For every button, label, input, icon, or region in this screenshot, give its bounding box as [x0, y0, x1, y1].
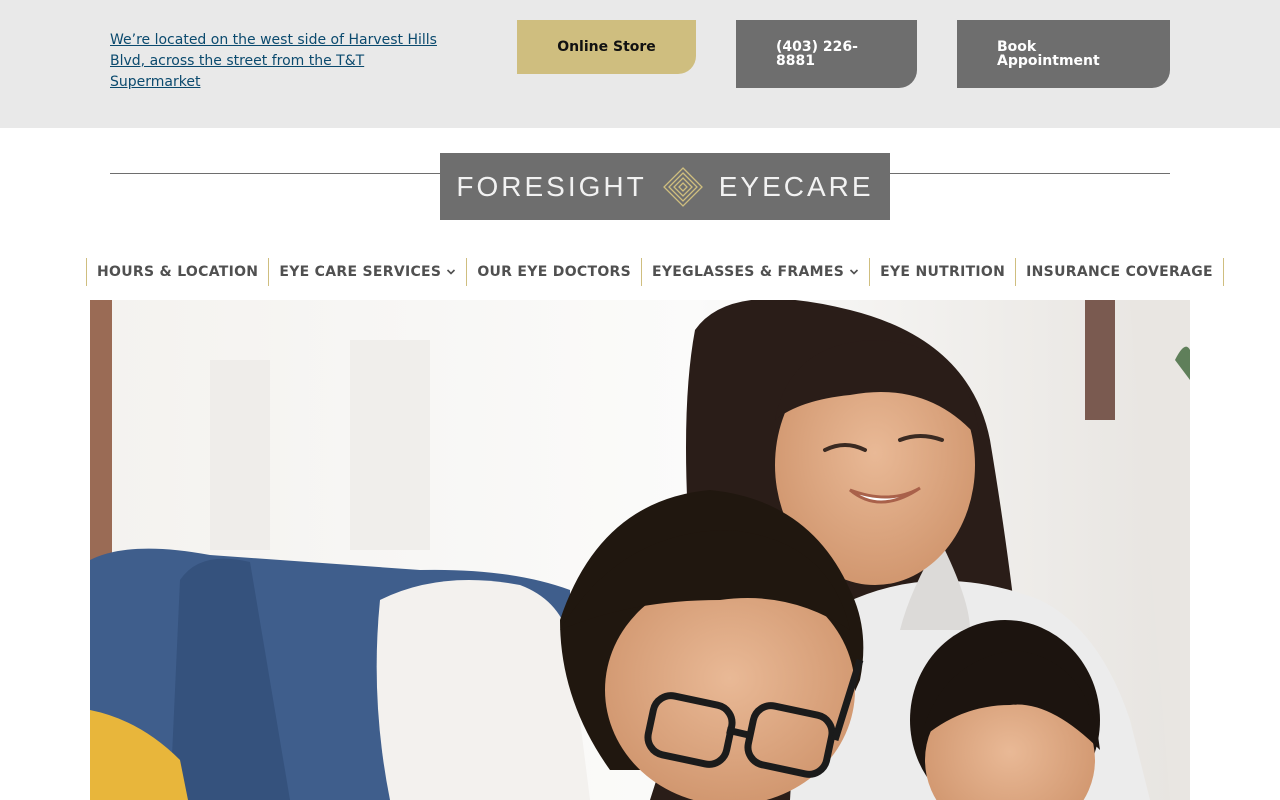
hero-illustration — [90, 300, 1190, 800]
nav-item-eye-nutrition[interactable]: EYE NUTRITION — [870, 258, 1017, 286]
online-store-button[interactable]: Online Store — [517, 20, 696, 74]
phone-button[interactable]: (403) 226-8881 — [736, 20, 917, 88]
nav-item-eyeglasses-frames[interactable]: EYEGLASSES & FRAMES — [642, 258, 871, 286]
book-appointment-label: Book Appointment — [997, 39, 1100, 69]
nav-item-label: EYE NUTRITION — [880, 264, 1006, 280]
hero-family-photo — [90, 300, 1190, 800]
top-info-bar: We’re located on the west side of Harves… — [0, 0, 1280, 128]
logo-word-left: FORESIGHT — [456, 170, 647, 202]
diamond-logo-icon — [662, 166, 703, 207]
nav-item-hours-location[interactable]: HOURS & LOCATION — [87, 258, 270, 286]
chevron-down-icon — [447, 269, 456, 275]
chevron-down-icon — [850, 269, 859, 275]
main-nav: HOURS & LOCATION EYE CARE SERVICES OUR E… — [86, 258, 1224, 286]
nav-item-label: HOURS & LOCATION — [97, 264, 259, 280]
phone-label: (403) 226-8881 — [776, 39, 858, 69]
nav-item-label: EYEGLASSES & FRAMES — [652, 264, 845, 280]
nav-item-eye-care-services[interactable]: EYE CARE SERVICES — [269, 258, 468, 286]
site-logo[interactable]: FORESIGHT EYECARE — [440, 153, 890, 220]
nav-item-label: OUR EYE DOCTORS — [477, 264, 631, 280]
nav-item-label: EYE CARE SERVICES — [279, 264, 442, 280]
logo-word-right: EYECARE — [718, 170, 874, 202]
location-link[interactable]: We’re located on the west side of Harves… — [110, 30, 450, 93]
online-store-label: Online Store — [557, 39, 656, 55]
nav-item-our-eye-doctors[interactable]: OUR EYE DOCTORS — [467, 258, 642, 286]
nav-item-label: INSURANCE COVERAGE — [1026, 264, 1213, 280]
nav-item-insurance-coverage[interactable]: INSURANCE COVERAGE — [1016, 258, 1224, 286]
book-appointment-button[interactable]: Book Appointment — [957, 20, 1170, 88]
